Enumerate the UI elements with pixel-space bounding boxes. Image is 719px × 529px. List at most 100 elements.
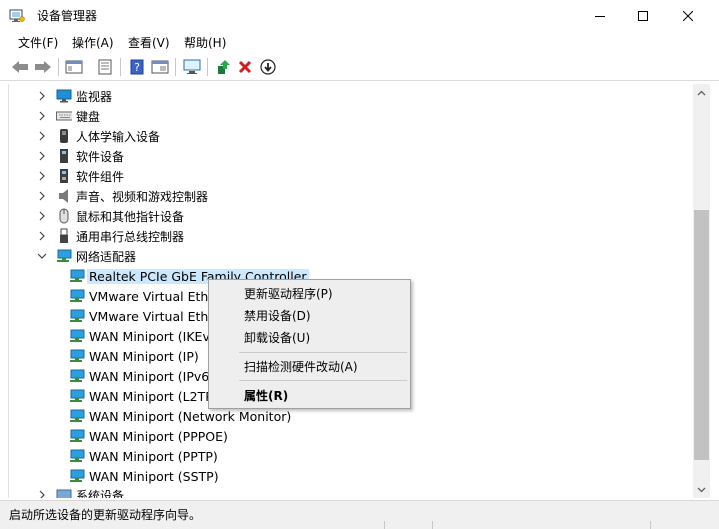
tree-device[interactable]: WAN Miniport (IKEv2) [69,326,223,346]
maximize-button[interactable] [620,0,666,31]
menu-action[interactable]: 操作(A) [70,34,116,51]
close-button[interactable] [665,0,711,31]
tree-category-label: 键盘 [76,109,101,124]
toolbar-separator [175,58,176,76]
tree-device-label: WAN Miniport (Network Monitor) [89,408,292,424]
enable-device-button[interactable] [258,58,278,76]
menu-item-label: 属性(R) [244,388,289,403]
menu-file[interactable]: 文件(F) [16,34,60,51]
tree-device-label: WAN Miniport (SSTP) [89,468,219,484]
menu-item-label: 卸载设备(U) [244,330,311,345]
tree-category[interactable]: 键盘 [36,106,100,126]
properties-toolbar-button[interactable] [95,58,115,76]
network-adapter-icon [69,268,85,284]
tree-device[interactable]: WAN Miniport (PPPOE) [69,426,228,446]
vertical-scrollbar[interactable] [693,84,710,498]
back-arrow-icon [12,61,28,73]
menu-item-disable-device[interactable]: 禁用设备(D) [210,304,409,326]
device-manager-icon [9,8,25,23]
chevron-right-icon[interactable] [36,210,48,222]
mouse-icon [56,208,72,224]
menu-help[interactable]: 帮助(H) [182,34,228,51]
monitor-icon [56,88,72,104]
network-adapter-icon [69,428,85,444]
tree-device[interactable]: WAN Miniport (IPv6) [69,366,214,386]
uninstall-x-icon [238,60,252,74]
update-driver-toolbar-button[interactable] [213,58,233,76]
tree-device[interactable]: WAN Miniport (SSTP) [69,466,219,486]
menu-item-label: 更新驱动程序(P) [244,286,333,301]
chevron-right-icon[interactable] [36,90,48,102]
chevron-right-icon[interactable] [36,110,48,122]
network-adapter-icon [69,408,85,424]
status-divider [650,521,651,529]
minimize-button[interactable] [577,0,623,31]
tree-device-label: WAN Miniport (L2TP) [89,388,218,404]
maximize-icon [638,10,648,21]
usb-icon [56,228,72,244]
tree-category-expanded[interactable]: 网络适配器 [36,246,136,266]
back-button[interactable] [10,58,30,76]
tree-device-label: WAN Miniport (IP) [89,348,199,364]
tree-category[interactable]: 通用串行总线控制器 [36,226,184,246]
toolbar-separator [207,58,208,76]
chevron-right-icon[interactable] [36,489,48,498]
view-resources-button[interactable] [150,58,170,76]
context-menu: 更新驱动程序(P) 禁用设备(D) 卸载设备(U) 扫描检测硬件改动(A) 属性… [208,279,411,409]
menu-item-scan-hardware[interactable]: 扫描检测硬件改动(A) [210,355,409,377]
menu-item-label: 扫描检测硬件改动(A) [244,359,358,374]
hid-icon [56,128,72,144]
title-bar: 设备管理器 [0,0,719,31]
tree-device[interactable]: WAN Miniport (IP) [69,346,199,366]
tree-category-label: 网络适配器 [76,249,137,264]
menu-item-uninstall-device[interactable]: 卸载设备(U) [210,326,409,348]
menu-bar: 文件(F) 操作(A) 查看(V) 帮助(H) [0,32,719,52]
menu-view[interactable]: 查看(V) [126,34,172,51]
menu-item-properties[interactable]: 属性(R) [210,384,409,406]
tree-category[interactable]: 鼠标和其他指针设备 [36,206,184,226]
scroll-thumb[interactable] [694,210,709,460]
tree-device[interactable]: WAN Miniport (Network Monitor) [69,406,291,426]
tree-category-label: 软件组件 [76,169,125,184]
software-component-icon [56,168,72,184]
show-hide-console-tree-button[interactable] [64,58,84,76]
menu-item-update-driver[interactable]: 更新驱动程序(P) [210,282,409,304]
tree-category[interactable]: 声音、视频和游戏控制器 [36,186,208,206]
tree-category[interactable]: 人体学输入设备 [36,126,160,146]
network-adapter-icon [69,388,85,404]
tree-category-label: 通用串行总线控制器 [76,229,185,244]
chevron-right-icon[interactable] [36,190,48,202]
menu-separator [239,352,407,353]
tree-category[interactable]: 软件设备 [36,146,124,166]
chevron-down-icon[interactable] [36,250,48,262]
tree-category[interactable]: 系统设备 [36,485,124,498]
network-adapter-icon [69,348,85,364]
chevron-right-icon[interactable] [36,170,48,182]
chevron-right-icon[interactable] [36,230,48,242]
tree-category[interactable]: 软件组件 [36,166,124,186]
network-adapter-icon [69,468,85,484]
update-driver-icon [218,60,230,74]
scroll-down-button[interactable] [693,481,710,498]
menu-item-label: 禁用设备(D) [244,308,311,323]
uninstall-toolbar-button[interactable] [235,58,255,76]
chevron-up-icon [697,90,706,95]
tree-category-label: 系统设备 [76,488,125,499]
network-adapter-icon [69,368,85,384]
tree-device-label: WAN Miniport (IKEv2) [89,328,223,344]
tree-category[interactable]: 监视器 [36,86,112,106]
scroll-up-button[interactable] [693,84,710,101]
help-icon: ? [130,59,144,75]
status-divider [432,521,433,529]
system-device-icon [56,487,72,498]
help-toolbar-button[interactable]: ? [127,58,147,76]
chevron-right-icon[interactable] [36,150,48,162]
tree-category-label: 人体学输入设备 [76,129,161,144]
tree-device[interactable]: WAN Miniport (L2TP) [69,386,218,406]
tree-device[interactable]: WAN Miniport (PPTP) [69,446,218,466]
tree-category-label: 鼠标和其他指针设备 [76,209,185,224]
chevron-right-icon[interactable] [36,130,48,142]
scan-computer-button[interactable] [182,58,202,76]
forward-button[interactable] [33,58,53,76]
toolbar-separator [58,58,59,76]
